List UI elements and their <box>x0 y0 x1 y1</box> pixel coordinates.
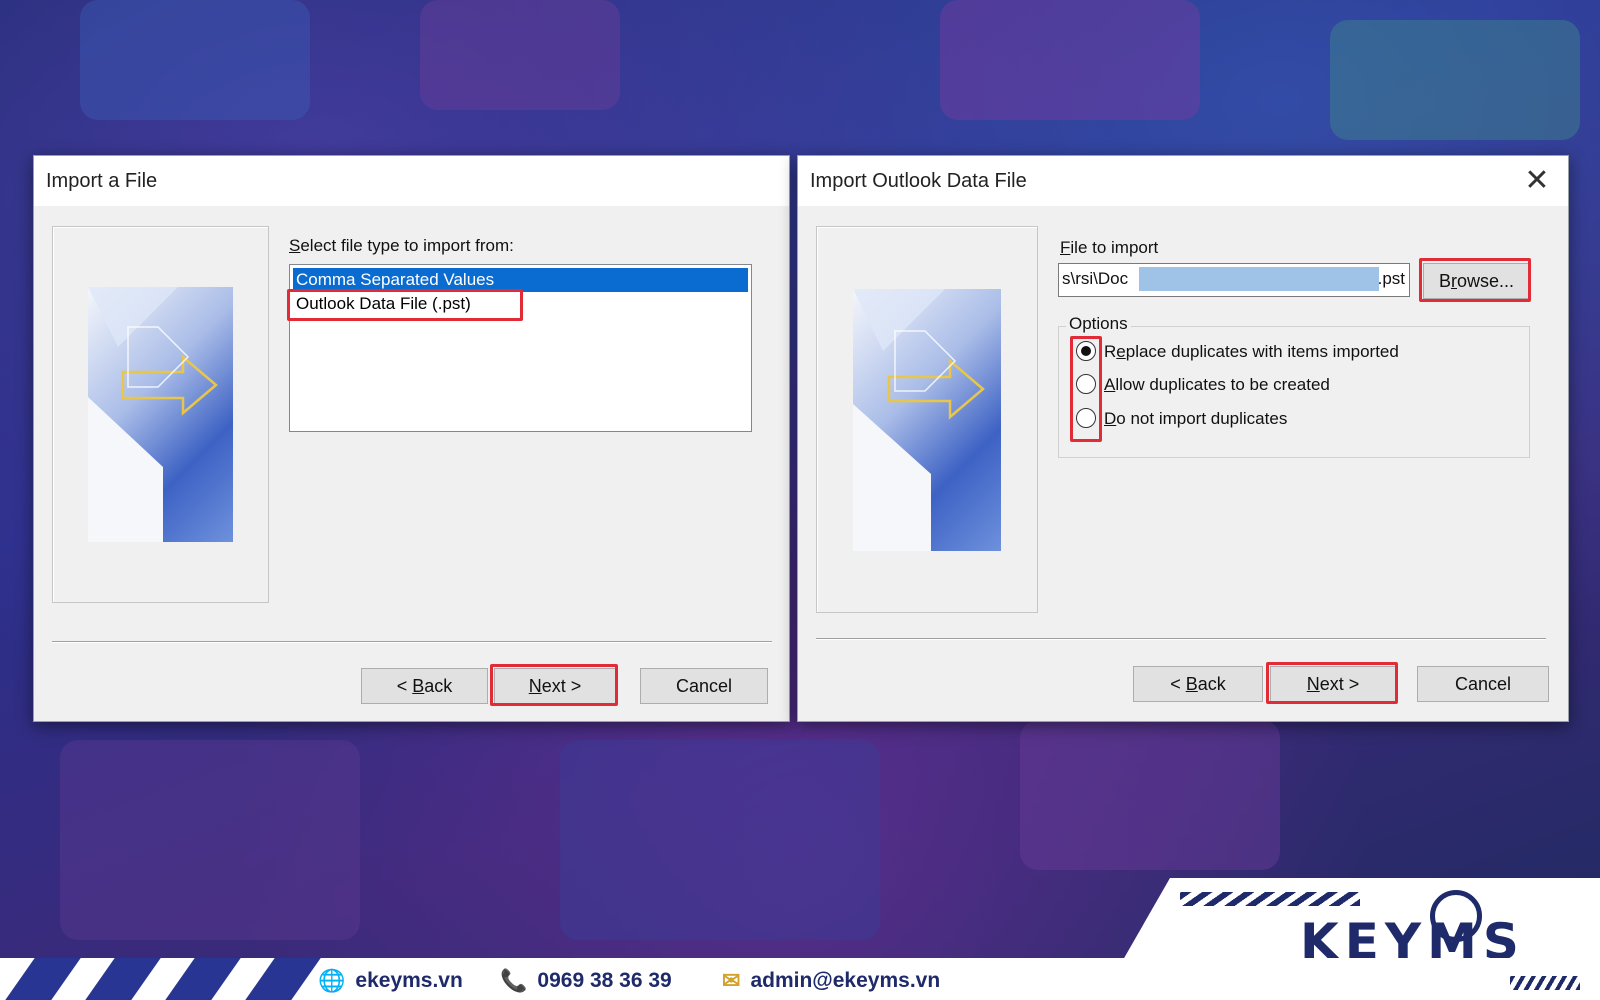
back-button[interactable]: < Back <box>361 668 488 704</box>
background-cube <box>60 740 360 940</box>
back-button[interactable]: < Back <box>1133 666 1263 702</box>
file-type-prompt: Select file type to import from: <box>289 236 514 255</box>
wizard-art-panel <box>52 226 269 603</box>
file-type-list[interactable]: Comma Separated Values Outlook Data File… <box>289 264 752 432</box>
dialog-title: Import a File <box>34 156 789 206</box>
button-separator <box>816 638 1546 639</box>
dialog-title: Import Outlook Data File <box>798 156 1568 206</box>
decorative-stripe <box>165 958 241 1000</box>
cancel-button[interactable]: Cancel <box>1417 666 1549 702</box>
cancel-button[interactable]: Cancel <box>640 668 768 704</box>
decorative-stripes-right <box>1510 976 1580 990</box>
import-a-file-dialog: Import a File Select file type to import… <box>33 155 790 722</box>
footer-email[interactable]: ✉ admin@ekeyms.vn <box>722 968 940 994</box>
list-item-csv[interactable]: Comma Separated Values <box>293 268 748 292</box>
decorative-stripe <box>85 958 161 1000</box>
browse-button[interactable]: Browse... <box>1423 263 1530 299</box>
button-separator <box>52 641 772 642</box>
option-replace-label: Replace duplicates with items imported <box>1104 342 1399 361</box>
background-cube <box>80 0 310 120</box>
next-button[interactable]: Next > <box>1270 666 1396 702</box>
footer-bar: 🌐 ekeyms.vn 📞 0969 38 36 39 ✉ admin@ekey… <box>0 958 1600 1000</box>
mail-icon: ✉ <box>722 968 741 993</box>
radio-replace-duplicates[interactable] <box>1076 341 1096 361</box>
circuit-lines <box>1180 892 1360 906</box>
footer-phone[interactable]: 📞 0969 38 36 39 <box>500 968 672 994</box>
close-icon[interactable]: ✕ <box>1520 164 1554 198</box>
phone-icon: 📞 <box>500 968 528 993</box>
wizard-illustration <box>853 289 1001 551</box>
radio-allow-duplicates[interactable] <box>1076 374 1096 394</box>
radio-selected-dot <box>1081 346 1091 356</box>
wizard-illustration <box>88 287 233 542</box>
redacted-path <box>1139 267 1379 291</box>
option-allow-label: Allow duplicates to be created <box>1104 375 1330 394</box>
file-path-input[interactable]: s\rsi\Doc .pst <box>1058 263 1410 297</box>
footer-website[interactable]: 🌐 ekeyms.vn <box>318 968 463 994</box>
radio-do-not-import[interactable] <box>1076 408 1096 428</box>
background-cube <box>1330 20 1580 140</box>
globe-icon: 🌐 <box>318 968 346 993</box>
background-cube <box>1020 720 1280 870</box>
decorative-stripe <box>245 958 321 1000</box>
decorative-stripe <box>5 958 81 1000</box>
file-to-import-label: File to import <box>1060 238 1159 257</box>
options-label: Options <box>1066 314 1131 334</box>
list-item-pst[interactable]: Outlook Data File (.pst) <box>293 292 748 316</box>
background-cube <box>560 740 880 940</box>
import-outlook-data-file-dialog: Import Outlook Data File ✕ File to impor… <box>797 155 1569 722</box>
next-button[interactable]: Next > <box>494 668 616 704</box>
background-cube <box>940 0 1200 120</box>
wizard-art-panel <box>816 226 1038 613</box>
option-do-not-import-label: Do not import duplicates <box>1104 409 1288 428</box>
key-icon <box>1430 890 1482 942</box>
background-cube <box>420 0 620 110</box>
